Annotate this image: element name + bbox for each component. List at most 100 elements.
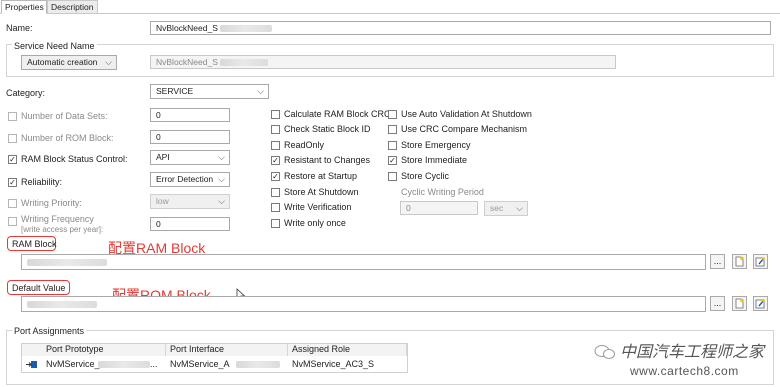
edit-icon [755,299,765,309]
reliability-value: Error Detection [156,174,214,184]
rom-block-checkbox[interactable] [8,134,17,143]
writing-priority-select: low ⌵ [150,194,230,209]
write-verification-checkbox[interactable] [271,203,280,212]
write-once-label: Write only once [284,218,346,228]
check-static-label: Check Static Block ID [284,124,371,134]
resistant-checkbox[interactable]: ✓ [271,156,280,165]
ram-status-value: API [156,152,170,162]
cyclic-unit-value: sec [490,203,504,213]
default-value-field[interactable] [21,296,706,312]
ram-status-select[interactable]: API ⌵ [150,150,230,165]
restore-checkbox[interactable]: ✓ [271,172,280,181]
checkmark-icon: ✓ [272,156,279,165]
default-value-browse-button[interactable]: ... [710,296,725,311]
writing-frequency-field[interactable]: 0 [150,217,230,231]
auto-validation-label: Use Auto Validation At Shutdown [401,109,532,119]
ram-block-new-button[interactable] [732,254,747,269]
watermark-logo: 中国汽车工程师之家 [620,342,766,361]
port-assignments-label: Port Assignments [12,325,87,337]
service-need-mode-value: Automatic creation [27,57,98,67]
redacted-text [220,25,273,33]
data-sets-field[interactable]: 0 [150,108,230,122]
chevron-down-icon: ⌵ [516,203,523,213]
store-emergency-checkbox[interactable] [388,141,397,150]
ram-status-label: RAM Block Status Control: [21,154,128,164]
store-immediate-checkbox[interactable]: ✓ [388,156,397,165]
ram-block-label: RAM Block [12,239,57,249]
reliability-checkbox[interactable]: ✓ [8,178,17,187]
data-sets-label: Number of Data Sets: [21,111,108,121]
writing-priority-checkbox[interactable] [8,199,17,208]
ram-block-browse-button[interactable]: ... [710,254,725,269]
readonly-checkbox[interactable] [271,141,280,150]
chevron-down-icon: ⌵ [218,196,225,206]
writing-priority-label: Writing Priority: [21,198,82,208]
new-file-icon [735,298,744,309]
service-need-name-value: NvBlockNeed_S [156,57,218,67]
rom-block-field[interactable]: 0 [150,130,230,144]
checkmark-icon: ✓ [272,172,279,181]
svg-text:中国汽车工程师之家: 中国汽车工程师之家 [620,342,766,361]
name-label: Name: [6,23,33,33]
resistant-label: Resistant to Changes [284,155,371,165]
category-label: Category: [6,88,46,98]
chevron-down-icon: ⌵ [218,152,225,162]
service-need-name-label: Service Need Name [12,40,97,52]
default-value-label: Default Value [12,283,66,293]
restore-label: Restore at Startup [284,171,358,181]
ram-block-field[interactable] [21,254,706,270]
tab-properties[interactable]: Properties [1,0,47,14]
tab-description[interactable]: Description [47,0,98,14]
chevron-down-icon: ⌵ [257,86,264,96]
ram-block-edit-button[interactable] [753,254,768,269]
table-row[interactable]: NvMService_ ... NvMService_A NvMService_… [22,358,407,371]
cyclic-unit-select: sec ⌵ [484,201,528,216]
column-header[interactable]: Assigned Role [288,344,407,356]
checkmark-icon: ✓ [9,155,16,164]
column-header[interactable]: Port Interface [166,344,288,356]
default-value-new-button[interactable] [732,296,747,311]
store-immediate-label: Store Immediate [401,155,468,165]
store-cyclic-checkbox[interactable] [388,172,397,181]
watermark: 中国汽车工程师之家 www.cartech8.com [592,340,776,386]
reliability-label: Reliability: [21,177,63,187]
store-emergency-label: Store Emergency [401,140,471,150]
crc-compare-checkbox[interactable] [388,125,397,134]
checkmark-icon: ✓ [389,156,396,165]
writing-priority-value: low [156,196,169,206]
name-value: NvBlockNeed_S [156,23,218,33]
check-static-checkbox[interactable] [271,125,280,134]
redacted-text [27,301,97,308]
redacted-text [236,361,280,368]
calc-crc-checkbox[interactable] [271,110,280,119]
checkmark-icon: ✓ [9,178,16,187]
category-value: SERVICE [156,86,194,96]
service-need-mode-select[interactable]: Automatic creation ⌵ [21,55,117,70]
tab-bar: Properties Description [0,0,780,14]
assigned-role-cell: NvMService_AC3_S [292,359,375,369]
store-shutdown-checkbox[interactable] [271,188,280,197]
name-field[interactable]: NvBlockNeed_S [150,21,771,35]
auto-validation-checkbox[interactable] [388,110,397,119]
column-header[interactable]: Port Prototype [22,344,166,356]
chevron-down-icon: ⌵ [218,174,225,184]
watermark-site: www.cartech8.com [630,364,739,378]
write-once-checkbox[interactable] [271,219,280,228]
cyclic-period-field: 0 [400,201,478,215]
default-value-edit-button[interactable] [753,296,768,311]
store-cyclic-label: Store Cyclic [401,171,450,181]
rom-block-label: Number of ROM Block: [21,133,114,143]
write-verification-label: Write Verification [284,202,352,212]
data-sets-checkbox[interactable] [8,112,17,121]
calc-crc-label: Calculate RAM Block CRC [284,109,391,119]
category-select[interactable]: SERVICE ⌵ [150,84,269,99]
writing-frequency-checkbox[interactable] [8,217,17,226]
redacted-text [98,361,150,368]
writing-frequency-sublabel: [write access per year]: [21,225,104,234]
port-prototype-cell: NvMService_ [46,359,100,369]
edit-icon [755,257,765,267]
reliability-select[interactable]: Error Detection ⌵ [150,172,230,187]
port-icon [26,361,37,368]
ram-status-checkbox[interactable]: ✓ [8,155,17,164]
readonly-label: ReadOnly [284,140,325,150]
